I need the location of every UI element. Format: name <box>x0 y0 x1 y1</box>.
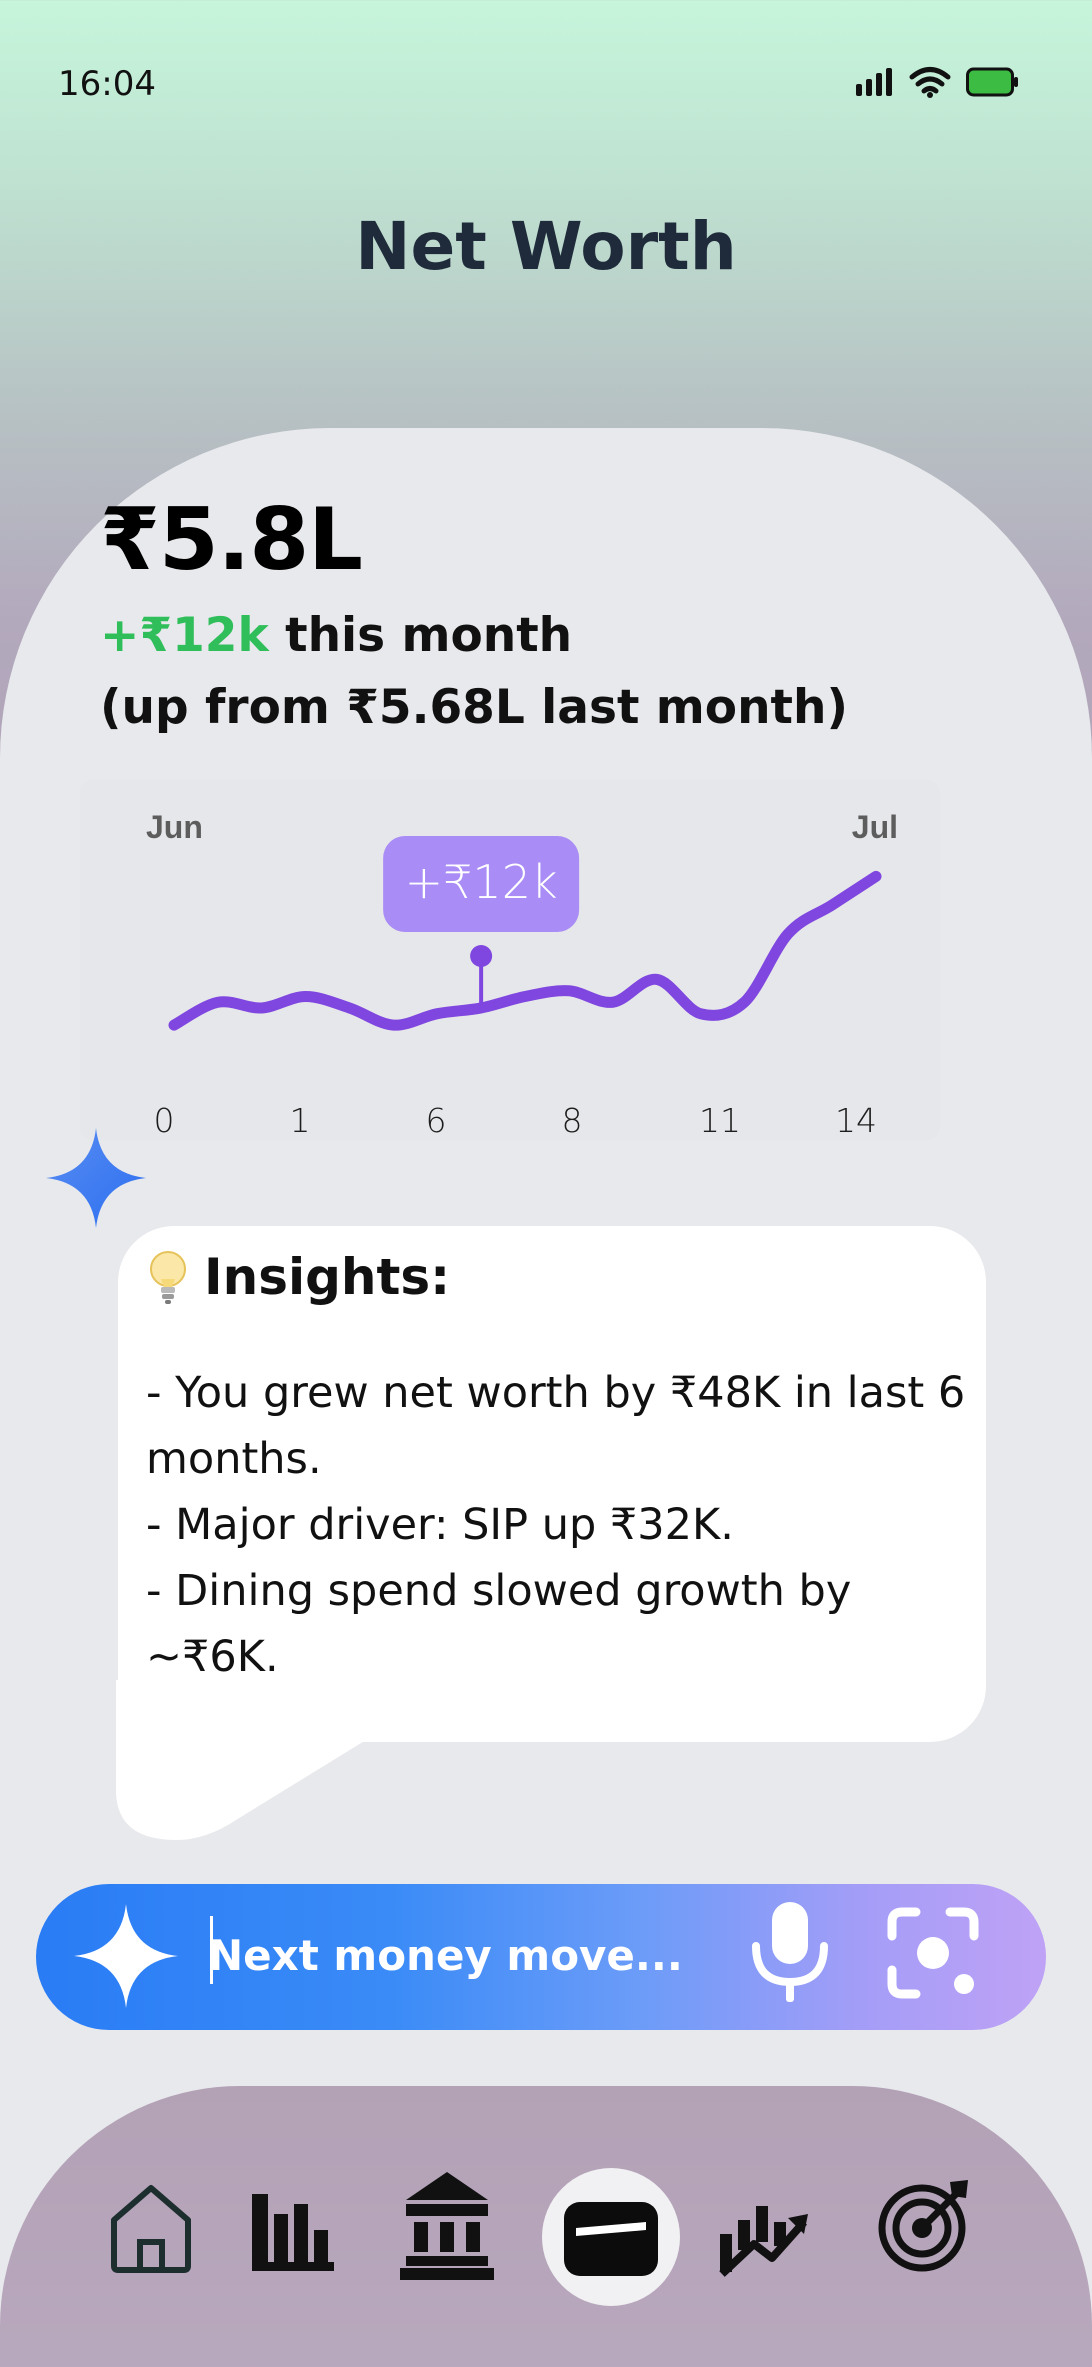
net-worth-chart: +₹12k Jun Jul 0 1 6 8 11 14 <box>80 780 940 1140</box>
battery-icon <box>966 67 1018 97</box>
prompt-input[interactable] <box>208 1920 708 1990</box>
target-icon[interactable] <box>876 2176 974 2274</box>
bank-icon[interactable] <box>400 2170 494 2282</box>
sparkle-ai-icon[interactable] <box>74 1904 178 2008</box>
wifi-icon <box>909 67 951 98</box>
signal-icon <box>856 68 892 96</box>
status-bar: 16:04 <box>0 0 1092 170</box>
chart-svg: +₹12k Jun Jul 0 1 6 8 11 14 <box>146 809 898 1140</box>
status-time: 16:04 <box>58 64 156 104</box>
monthly-change-suffix: this month <box>268 608 573 663</box>
lightbulb-icon <box>150 1251 186 1304</box>
x-tick-label: 0 <box>154 1101 175 1140</box>
insight-line: - You grew net worth by ₹48K in last 6 m… <box>146 1368 966 1484</box>
insight-line: - Major driver: SIP up ₹32K. <box>146 1500 734 1550</box>
insight-line: - Dining spend slowed growth by ~₹6K. <box>146 1566 852 1682</box>
x-tick-label: 11 <box>699 1101 741 1140</box>
monthly-change-amount: +₹12k <box>100 608 269 663</box>
page-title: Net Worth <box>355 208 737 285</box>
highlight-label: +₹12k <box>405 855 558 909</box>
previous-value-note: (up from ₹5.68L last month) <box>100 680 848 735</box>
insights-body: - You grew net worth by ₹48K in last 6 m… <box>146 1360 966 1690</box>
x-tick-label: 14 <box>835 1101 877 1140</box>
status-icons <box>856 66 1020 98</box>
wallet-icon[interactable] <box>562 2200 660 2278</box>
bar-chart-icon[interactable] <box>248 2184 338 2274</box>
scan-icon[interactable] <box>884 1904 982 2002</box>
monthly-change: +₹12k this month <box>100 608 572 663</box>
chart-end-label: Jul <box>852 809 898 845</box>
home-icon[interactable] <box>108 2182 194 2274</box>
microphone-icon[interactable] <box>748 1900 832 2004</box>
x-tick-label: 1 <box>290 1101 311 1140</box>
x-tick-label: 8 <box>562 1101 583 1140</box>
net-worth-value: ₹5.8L <box>100 490 363 590</box>
insights-heading: Insights: <box>146 1248 450 1306</box>
sparkle-icon <box>46 1128 146 1228</box>
trending-icon[interactable] <box>716 2186 812 2278</box>
chart-start-label: Jun <box>146 809 203 845</box>
x-tick-label: 6 <box>426 1101 447 1140</box>
insights-title: Insights: <box>204 1248 451 1306</box>
highlight-point <box>470 945 493 967</box>
